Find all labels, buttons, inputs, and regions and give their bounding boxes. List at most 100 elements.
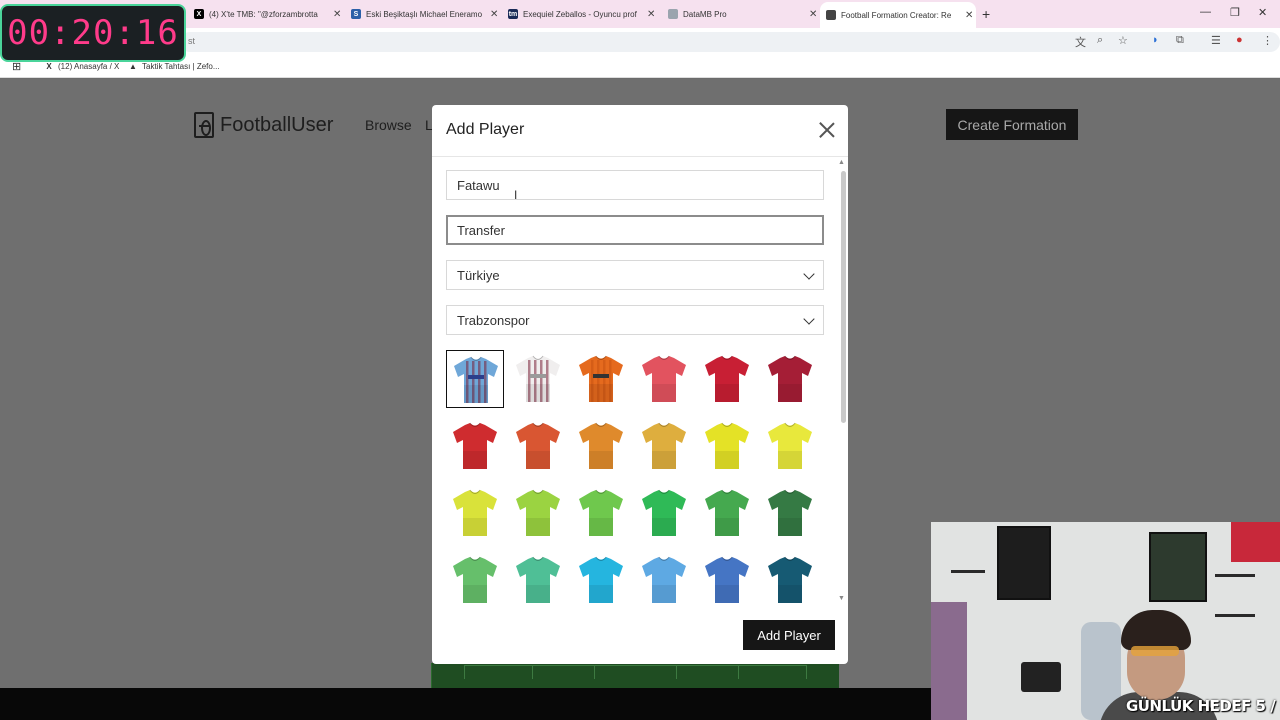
close-tab-icon[interactable]: ✕ (333, 9, 341, 20)
x-icon: X (46, 61, 52, 71)
pitch-line (464, 665, 465, 679)
jersey-icon (453, 489, 497, 536)
pitch-line (532, 665, 533, 679)
pitch-line (464, 665, 807, 666)
pitch-line (594, 665, 595, 679)
kit-option[interactable] (446, 551, 504, 604)
zoom-icon[interactable]: ⌕ (1097, 34, 1103, 47)
bookmark-item[interactable]: X (12) Anasayfa / X (44, 61, 119, 71)
new-tab-icon[interactable]: + (982, 6, 990, 22)
kit-option[interactable] (446, 417, 504, 475)
site-logo[interactable]: FootballUser (194, 112, 333, 138)
kit-option[interactable] (698, 484, 756, 542)
profile-avatar-icon[interactable]: ● (1236, 34, 1243, 46)
address-text: st (188, 36, 196, 46)
jersey-icon (579, 422, 623, 469)
jersey-icon (579, 355, 623, 402)
add-player-button[interactable]: Add Player (743, 620, 835, 650)
media-icon[interactable]: ☰ (1211, 34, 1221, 47)
cam-wall-frame (1149, 532, 1207, 602)
browser-tab-active[interactable]: Football Formation Creator: Re ✕ (820, 2, 976, 28)
puzzle-icon[interactable]: ⧉ (1176, 34, 1184, 47)
close-icon[interactable] (818, 121, 836, 139)
kit-option[interactable] (761, 350, 819, 408)
team-select[interactable]: Trabzonspor (446, 305, 824, 335)
kit-option[interactable] (446, 350, 504, 408)
kit-option[interactable] (572, 417, 630, 475)
browser-tab[interactable]: DataMB Pro ✕ (662, 4, 818, 24)
kit-option[interactable] (635, 551, 693, 604)
kit-option[interactable] (761, 484, 819, 542)
jersey-icon (705, 355, 749, 402)
country-select[interactable]: Türkiye (446, 260, 824, 290)
kit-option[interactable] (635, 350, 693, 408)
kit-option[interactable] (572, 551, 630, 604)
browser-tab[interactable]: S Eski Beşiktaşlı Michael Eneramo ✕ (345, 4, 501, 24)
jersey-icon (768, 355, 812, 402)
browser-tab[interactable]: X (4) X'te TMB: "@zforzambrotta ✕ (188, 4, 344, 24)
browser-tab[interactable]: tm Exequiel Zeballos - Oyuncu prof ✕ (502, 4, 658, 24)
kit-option[interactable] (509, 484, 567, 542)
scroll-up-arrow[interactable]: ▲ (838, 159, 845, 166)
nav-browse-link[interactable]: Browse (365, 117, 412, 133)
country-value: Türkiye (457, 267, 500, 283)
jersey-icon (579, 489, 623, 536)
tab-title: Exequiel Zeballos - Oyuncu prof (523, 9, 637, 19)
bookmark-label: Taktik Tahtası | Zefo... (142, 61, 220, 71)
cam-shelf (951, 570, 985, 573)
kit-option[interactable] (635, 484, 693, 542)
transfermarkt-icon: tm (508, 9, 518, 19)
close-tab-icon[interactable]: ✕ (809, 9, 817, 20)
window-close-icon[interactable]: ✕ (1258, 6, 1267, 19)
restore-icon[interactable]: ❐ (1230, 6, 1240, 19)
close-tab-icon[interactable]: ✕ (647, 9, 655, 20)
kit-option[interactable] (698, 350, 756, 408)
kit-option[interactable] (761, 417, 819, 475)
x-icon: X (194, 9, 204, 19)
kit-option[interactable] (446, 484, 504, 542)
modal-body: Fatawu I Transfer Türkiye Trabzonspor (432, 158, 848, 604)
jersey-icon (516, 489, 560, 536)
cam-person (1131, 646, 1179, 656)
cam-decor (1021, 662, 1061, 692)
extension-icon[interactable]: ◗ (1152, 34, 1159, 46)
kit-option[interactable] (698, 551, 756, 604)
kit-option[interactable] (635, 417, 693, 475)
jersey-icon (453, 422, 497, 469)
kit-option[interactable] (509, 417, 567, 475)
player-name-input[interactable]: Fatawu (446, 170, 824, 200)
transfer-input[interactable]: Transfer (446, 215, 824, 245)
tab-title: Football Formation Creator: Re (841, 10, 952, 20)
daily-goal-overlay: GÜNLÜK HEDEF 5 / 15 (1126, 697, 1280, 715)
modal-scrollbar-thumb[interactable] (841, 171, 846, 423)
tab-title: (4) X'te TMB: "@zforzambrotta (209, 9, 318, 19)
add-player-modal: Add Player Fatawu I Transfer Türkiye Tra… (432, 105, 848, 664)
pitch-line (676, 665, 677, 679)
text-cursor-icon: I (514, 188, 518, 202)
minimize-icon[interactable]: — (1200, 6, 1211, 18)
jersey-icon (516, 556, 560, 603)
cam-wall-frame (997, 526, 1051, 600)
scroll-down-arrow[interactable]: ▼ (838, 595, 845, 602)
kit-option[interactable] (509, 350, 567, 408)
bookmark-item[interactable]: ▲ Taktik Tahtası | Zefo... (128, 61, 220, 71)
bookmark-star-icon[interactable]: ☆ (1118, 34, 1128, 47)
address-bar[interactable] (180, 32, 1280, 52)
close-tab-icon[interactable]: ✕ (490, 9, 498, 20)
kit-option[interactable] (572, 484, 630, 542)
create-formation-button[interactable]: Create Formation (946, 109, 1078, 140)
kit-option[interactable] (761, 551, 819, 604)
webcam-overlay (931, 522, 1280, 720)
cam-shelf (1215, 574, 1255, 577)
address-bar-row: st (0, 28, 1280, 56)
kit-option[interactable] (572, 350, 630, 408)
kit-option[interactable] (698, 417, 756, 475)
menu-icon[interactable]: ⋮ (1262, 34, 1273, 47)
jersey-icon (453, 556, 497, 603)
tab-title: Eski Beşiktaşlı Michael Eneramo (366, 9, 483, 19)
chevron-down-icon (803, 268, 815, 280)
close-tab-icon[interactable]: ✕ (965, 10, 973, 21)
translate-icon[interactable]: 文 (1075, 34, 1086, 50)
formation-pitch (431, 663, 839, 689)
kit-option[interactable] (509, 551, 567, 604)
